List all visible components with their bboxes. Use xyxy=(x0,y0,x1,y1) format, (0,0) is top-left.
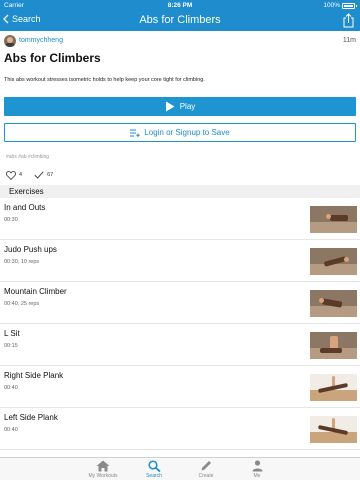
exercise-detail: 00:40 xyxy=(4,385,18,391)
share-icon xyxy=(343,13,354,28)
exercise-row[interactable]: Mountain Climber 00:40, 25 reps xyxy=(0,282,360,324)
exercise-row[interactable]: Judo Push ups 00:30, 10 reps xyxy=(0,240,360,282)
tab-bar: My Workouts Search Create Me xyxy=(0,457,360,480)
tab-search[interactable]: Search xyxy=(129,460,179,479)
clock: 8:26 PM xyxy=(167,2,193,9)
author-row: tommychheng 11m xyxy=(4,35,356,47)
share-button[interactable] xyxy=(343,13,354,33)
exercise-thumbnail xyxy=(310,332,357,359)
checkmark-icon xyxy=(34,171,44,179)
tab-label: My Workouts xyxy=(88,473,118,479)
tab-my-workouts[interactable]: My Workouts xyxy=(78,460,128,479)
exercise-name: Mountain Climber xyxy=(4,287,67,296)
play-button[interactable]: Play xyxy=(4,97,356,116)
login-signup-button[interactable]: Login or Signup to Save xyxy=(4,123,356,142)
search-icon xyxy=(147,460,161,472)
exercise-thumbnail xyxy=(310,206,357,233)
workout-description: This abs workout stresses isometric hold… xyxy=(4,77,205,83)
tab-create[interactable]: Create xyxy=(181,460,231,479)
exercise-row[interactable]: In and Outs 00:30 xyxy=(0,198,360,240)
author-name[interactable]: tommychheng xyxy=(19,37,63,44)
add-to-list-icon xyxy=(130,129,140,137)
exercise-thumbnail xyxy=(310,290,357,317)
play-label: Play xyxy=(179,102,196,111)
exercise-thumbnail xyxy=(310,374,357,401)
stats-row: 4 67 xyxy=(6,170,65,180)
home-icon xyxy=(96,460,110,472)
navigation-bar: Search Abs for Climbers xyxy=(0,11,360,31)
tab-label: Create xyxy=(198,473,214,479)
person-icon xyxy=(252,460,262,472)
battery-percent: 100% xyxy=(323,2,340,9)
completions-stat: 67 xyxy=(34,171,53,179)
exercise-name: Judo Push ups xyxy=(4,245,57,254)
play-icon xyxy=(165,101,175,112)
exercise-row[interactable]: Right Side Plank 00:40 xyxy=(0,366,360,408)
exercise-detail: 00:30, 10 reps xyxy=(4,259,40,265)
exercise-thumbnail xyxy=(310,416,357,443)
exercise-name: Left Side Plank xyxy=(4,413,58,422)
exercise-detail: 00:30 xyxy=(4,217,18,223)
battery-nub xyxy=(356,5,357,7)
page-title: Abs for Climbers xyxy=(139,14,221,26)
completion-count: 67 xyxy=(47,172,54,178)
exercise-row[interactable]: L Sit 00:15 xyxy=(0,324,360,366)
status-bar: Carrier 8:26 PM 100% xyxy=(0,0,360,11)
exercise-detail: 00:40, 25 reps xyxy=(4,301,40,307)
hashtags[interactable]: #abs #ab #climbing xyxy=(6,154,49,160)
workout-title: Abs for Climbers xyxy=(4,51,101,65)
login-signup-label: Login or Signup to Save xyxy=(144,128,230,137)
exercise-thumbnail xyxy=(310,248,357,275)
heart-icon xyxy=(6,170,16,180)
exercise-name: In and Outs xyxy=(4,203,46,212)
exercise-row[interactable]: Left Side Plank 00:40 xyxy=(0,408,360,450)
like-button[interactable]: 4 xyxy=(6,170,23,180)
post-age: 11m xyxy=(342,37,356,44)
avatar[interactable] xyxy=(4,35,16,47)
exercise-name: L Sit xyxy=(4,329,20,338)
tab-me[interactable]: Me xyxy=(232,460,282,479)
exercise-detail: 00:40 xyxy=(4,427,18,433)
pencil-icon xyxy=(201,461,211,471)
exercise-name: Right Side Plank xyxy=(4,371,64,380)
exercises-header-label: Exercises xyxy=(9,187,44,196)
like-count: 4 xyxy=(19,172,23,178)
tab-label: Search xyxy=(146,473,162,479)
exercises-section-header: Exercises xyxy=(0,185,360,198)
exercise-detail: 00:15 xyxy=(4,343,18,349)
battery-icon xyxy=(342,3,355,9)
tab-label: Me xyxy=(253,473,261,479)
